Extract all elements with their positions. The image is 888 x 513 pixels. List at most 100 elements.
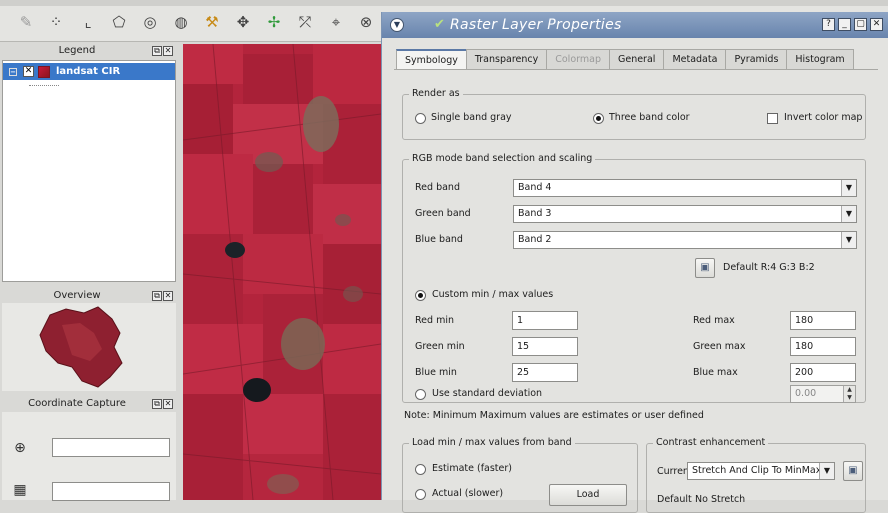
polygon-icon[interactable]: ⬠	[107, 10, 131, 34]
legend-layer-row[interactable]: − ✕ landsat CIR	[3, 63, 175, 80]
contrast-current-select[interactable]: Stretch And Clip To MinMax ▼	[687, 462, 835, 480]
std-dev-radio[interactable]	[415, 389, 426, 400]
tab-colormap[interactable]: Colormap	[546, 49, 610, 69]
rgb-mode-title: RGB mode band selection and scaling	[409, 153, 596, 164]
select-icon[interactable]: ⌖	[324, 10, 348, 34]
coordinate-field-1[interactable]	[52, 438, 170, 457]
window-menu-icon[interactable]: ▼	[390, 18, 404, 32]
close-icon[interactable]: ✕	[163, 399, 173, 409]
chevron-down-icon: ▼	[841, 232, 856, 248]
part-icon[interactable]: ◍	[169, 10, 193, 34]
single-band-gray-radio[interactable]	[415, 113, 426, 124]
rgb-mode-group: RGB mode band selection and scaling Red …	[402, 153, 866, 403]
std-dev-spinbox[interactable]: 0.00 ▲ ▼	[790, 385, 856, 403]
red-max-input[interactable]: 180	[790, 311, 856, 330]
close-icon[interactable]: ✕	[163, 46, 173, 56]
minimize-icon[interactable]: _	[838, 18, 851, 31]
green-min-label: Green min	[415, 341, 465, 352]
overview-title: Overview	[53, 290, 101, 301]
custom-minmax-radio[interactable]	[415, 290, 426, 301]
tab-symbology[interactable]: Symbology	[396, 49, 467, 70]
chevron-down-icon: ▼	[819, 463, 834, 479]
coordinate-field-2[interactable]	[52, 482, 170, 501]
split-icon[interactable]: ⚒	[200, 10, 224, 34]
tab-metadata[interactable]: Metadata	[663, 49, 727, 69]
green-band-value: Band 3	[518, 208, 552, 219]
node-icon[interactable]: ⁘	[44, 10, 68, 34]
blue-band-select[interactable]: Band 2 ▼	[513, 231, 857, 249]
green-band-select[interactable]: Band 3 ▼	[513, 205, 857, 223]
load-button[interactable]: Load	[549, 484, 627, 506]
load-minmax-group: Load min / max values from band Estimate…	[402, 437, 638, 513]
custom-minmax-label: Custom min / max values	[432, 289, 554, 300]
crosshair-icon[interactable]: ⊕	[10, 438, 30, 458]
tab-transparency[interactable]: Transparency	[465, 49, 548, 69]
blue-min-input[interactable]: 25	[512, 363, 578, 382]
three-band-color-radio[interactable]	[593, 113, 604, 124]
green-min-input[interactable]: 15	[512, 337, 578, 356]
blue-min-label: Blue min	[415, 367, 457, 378]
overview-map[interactable]	[2, 303, 176, 391]
contrast-current-value: Stretch And Clip To MinMax	[692, 465, 822, 476]
expand-icon[interactable]: −	[9, 67, 17, 76]
tab-histogram[interactable]: Histogram	[786, 49, 854, 69]
legend-tree: − ✕ landsat CIR	[2, 60, 176, 282]
float-icon[interactable]: ⧉	[152, 46, 162, 56]
tab-bar: Symbology Transparency Colormap General …	[396, 49, 854, 70]
red-band-label: Red band	[415, 182, 460, 193]
minmax-note: Note: Minimum Maximum values are estimat…	[404, 410, 704, 421]
delete-icon[interactable]: ⊗	[354, 10, 378, 34]
dialog-title: Raster Layer Properties	[450, 17, 622, 33]
red-min-input[interactable]: 1	[512, 311, 578, 330]
layer-visibility-checkbox[interactable]: ✕	[23, 66, 34, 77]
contrast-enhancement-title: Contrast enhancement	[653, 437, 769, 448]
render-as-title: Render as	[409, 88, 463, 99]
float-icon[interactable]: ⧉	[152, 291, 162, 301]
window-buttons: ? _ ▢ ✕	[822, 18, 883, 31]
maximize-icon[interactable]: ▢	[854, 18, 867, 31]
render-as-group: Render as Single band gray Three band co…	[402, 88, 866, 140]
coordinate-capture-title: Coordinate Capture	[28, 398, 126, 409]
ring-icon[interactable]: ◎	[138, 10, 162, 34]
green-max-label: Green max	[693, 341, 746, 352]
reshape-icon[interactable]: ⤱	[293, 10, 317, 34]
map-canvas[interactable]	[183, 44, 381, 500]
save-contrast-button[interactable]: ▣	[843, 461, 863, 481]
red-band-select[interactable]: Band 4 ▼	[513, 179, 857, 197]
default-bands-label: Default R:4 G:3 B:2	[723, 262, 815, 273]
estimate-radio[interactable]	[415, 464, 426, 475]
single-band-gray-label: Single band gray	[431, 112, 512, 123]
green-band-label: Green band	[415, 208, 471, 219]
move-icon[interactable]: ✥	[231, 10, 255, 34]
close-icon[interactable]: ✕	[870, 18, 883, 31]
qgis-icon: ✔	[434, 17, 445, 32]
dialog-titlebar[interactable]: ▼ ✔ Raster Layer Properties ? _ ▢ ✕	[382, 12, 888, 38]
contrast-enhancement-group: Contrast enhancement Current Stretch And…	[646, 437, 866, 513]
tab-pyramids[interactable]: Pyramids	[725, 49, 788, 69]
coordinate-capture-panel: ⊕ ▦	[2, 412, 176, 501]
grid-icon[interactable]: ▦	[10, 480, 30, 500]
help-icon[interactable]: ?	[822, 18, 835, 31]
blue-max-input[interactable]: 200	[790, 363, 856, 382]
overview-thumbnail	[39, 306, 123, 388]
default-bands-button[interactable]: ▣	[695, 258, 715, 278]
chevron-down-icon: ▼	[841, 180, 856, 196]
red-band-value: Band 4	[518, 182, 552, 193]
blue-band-value: Band 2	[518, 234, 552, 245]
load-minmax-title: Load min / max values from band	[409, 437, 575, 448]
actual-radio[interactable]	[415, 489, 426, 500]
pencil-icon[interactable]: ✎	[14, 10, 38, 34]
invert-color-map-checkbox[interactable]	[767, 113, 778, 124]
rotate-icon[interactable]: ✢	[262, 10, 286, 34]
vertex-icon[interactable]: ⌞	[76, 10, 100, 34]
spin-arrows-icon[interactable]: ▲ ▼	[843, 386, 855, 402]
float-icon[interactable]: ⧉	[152, 399, 162, 409]
std-dev-label: Use standard deviation	[432, 388, 543, 399]
invert-color-map-label: Invert color map	[784, 112, 863, 123]
close-icon[interactable]: ✕	[163, 291, 173, 301]
legend-dock-buttons: ⧉ ✕	[152, 46, 173, 56]
green-max-input[interactable]: 180	[790, 337, 856, 356]
landsat-cir-image	[183, 44, 381, 500]
tab-general[interactable]: General	[608, 49, 665, 69]
three-band-color-label: Three band color	[609, 112, 690, 123]
